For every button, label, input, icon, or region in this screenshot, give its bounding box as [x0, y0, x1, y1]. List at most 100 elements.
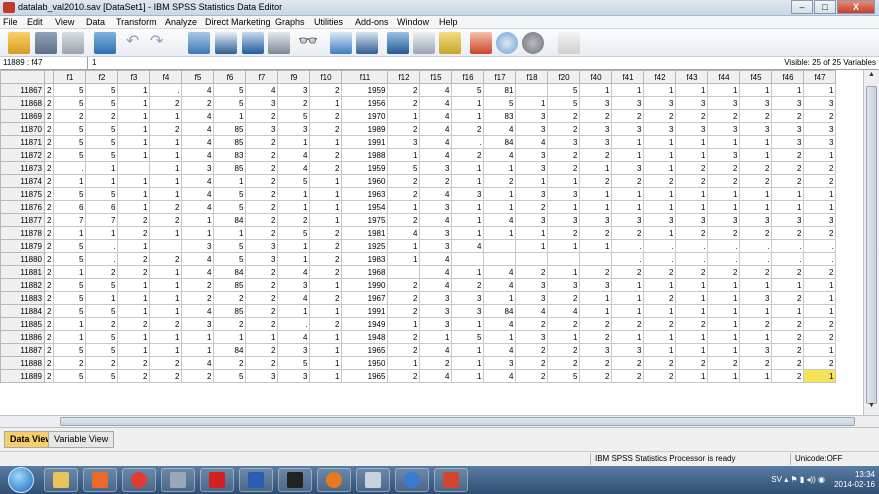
- table-cell[interactable]: 1: [277, 135, 311, 149]
- table-cell[interactable]: 5: [277, 226, 311, 240]
- table-cell[interactable]: .: [643, 252, 677, 266]
- table-cell[interactable]: 2: [675, 265, 709, 279]
- table-cell[interactable]: 5: [53, 83, 87, 97]
- undo-icon[interactable]: ↶: [126, 32, 142, 54]
- table-cell[interactable]: 3: [579, 343, 613, 357]
- table-cell[interactable]: 3: [245, 239, 279, 253]
- table-cell[interactable]: 2: [245, 200, 279, 214]
- table-cell[interactable]: 5: [85, 148, 119, 162]
- table-cell[interactable]: 1: [515, 239, 549, 253]
- column-header-f18[interactable]: f18: [515, 70, 549, 84]
- table-cell[interactable]: 1: [643, 161, 677, 175]
- table-cell[interactable]: 2: [451, 278, 485, 292]
- table-cell[interactable]: 2: [547, 226, 581, 240]
- table-cell[interactable]: 1: [675, 200, 709, 214]
- table-cell[interactable]: 4: [277, 148, 311, 162]
- table-cell[interactable]: 1: [579, 200, 613, 214]
- table-cell[interactable]: 1: [309, 174, 343, 188]
- table-cell[interactable]: [483, 239, 517, 253]
- table-cell[interactable]: 2: [387, 83, 421, 97]
- table-cell[interactable]: 2: [181, 291, 215, 305]
- table-cell[interactable]: 1: [643, 187, 677, 201]
- table-cell[interactable]: 3: [579, 96, 613, 110]
- table-cell[interactable]: 1: [579, 304, 613, 318]
- table-cell[interactable]: 2: [739, 226, 773, 240]
- table-cell[interactable]: 5: [53, 135, 87, 149]
- table-cell[interactable]: .: [85, 252, 119, 266]
- table-cell[interactable]: 2: [213, 356, 247, 370]
- table-cell[interactable]: 1: [149, 226, 183, 240]
- row-header[interactable]: 11876: [0, 200, 45, 214]
- table-cell[interactable]: 1991: [341, 135, 389, 149]
- variables-icon[interactable]: [242, 32, 264, 54]
- column-header-f46[interactable]: f46: [771, 70, 805, 84]
- table-cell[interactable]: 1989: [341, 122, 389, 136]
- column-header-f42[interactable]: f42: [643, 70, 677, 84]
- column-header-f15[interactable]: f15: [419, 70, 453, 84]
- table-cell[interactable]: 85: [213, 278, 247, 292]
- table-cell[interactable]: 3: [739, 291, 773, 305]
- table-cell[interactable]: 2: [643, 356, 677, 370]
- table-cell[interactable]: 1: [579, 239, 613, 253]
- table-cell[interactable]: 4: [483, 213, 517, 227]
- table-cell[interactable]: 1: [149, 265, 183, 279]
- table-cell[interactable]: 2: [43, 213, 55, 227]
- table-cell[interactable]: 1: [451, 317, 485, 331]
- table-cell[interactable]: 2: [117, 265, 151, 279]
- row-header[interactable]: 11875: [0, 187, 45, 201]
- table-cell[interactable]: 1: [643, 83, 677, 97]
- table-cell[interactable]: 5: [213, 239, 247, 253]
- table-cell[interactable]: 2: [547, 109, 581, 123]
- table-cell[interactable]: 2: [803, 109, 837, 123]
- weight-cases-icon[interactable]: [413, 32, 435, 54]
- table-cell[interactable]: 4: [419, 252, 453, 266]
- table-cell[interactable]: 5: [53, 187, 87, 201]
- table-cell[interactable]: .: [611, 252, 645, 266]
- table-cell[interactable]: 4: [483, 122, 517, 136]
- table-cell[interactable]: 2: [419, 174, 453, 188]
- table-cell[interactable]: 1965: [341, 343, 389, 357]
- table-cell[interactable]: 4: [419, 96, 453, 110]
- table-cell[interactable]: 84: [483, 135, 517, 149]
- table-cell[interactable]: 2: [611, 265, 645, 279]
- table-cell[interactable]: .: [771, 239, 805, 253]
- table-cell[interactable]: 3: [277, 343, 311, 357]
- table-cell[interactable]: 5: [85, 343, 119, 357]
- table-cell[interactable]: 2: [707, 109, 741, 123]
- menu-edit[interactable]: Edit: [27, 17, 43, 27]
- table-cell[interactable]: 4: [451, 239, 485, 253]
- table-cell[interactable]: 2: [707, 161, 741, 175]
- table-cell[interactable]: 4: [181, 135, 215, 149]
- table-cell[interactable]: 1: [387, 239, 421, 253]
- table-cell[interactable]: 3: [419, 239, 453, 253]
- table-cell[interactable]: 2: [117, 226, 151, 240]
- table-cell[interactable]: 1: [117, 109, 151, 123]
- table-cell[interactable]: 83: [483, 109, 517, 123]
- table-cell[interactable]: 1: [213, 109, 247, 123]
- table-cell[interactable]: 4: [181, 122, 215, 136]
- table-cell[interactable]: 2: [803, 356, 837, 370]
- table-cell[interactable]: 1: [643, 278, 677, 292]
- select-cases-icon[interactable]: [439, 32, 461, 54]
- table-cell[interactable]: 3: [515, 213, 549, 227]
- table-cell[interactable]: 1: [771, 83, 805, 97]
- vertical-scroll-thumb[interactable]: [866, 86, 877, 404]
- table-cell[interactable]: 2: [43, 265, 55, 279]
- table-cell[interactable]: 3: [643, 122, 677, 136]
- table-cell[interactable]: 2: [547, 343, 581, 357]
- table-cell[interactable]: 2: [245, 291, 279, 305]
- table-cell[interactable]: 2: [149, 317, 183, 331]
- table-cell[interactable]: 4: [419, 187, 453, 201]
- table-cell[interactable]: 1: [213, 330, 247, 344]
- clock[interactable]: 13:34 2014-02-16: [834, 470, 875, 490]
- table-cell[interactable]: 2: [43, 330, 55, 344]
- table-cell[interactable]: 4: [181, 83, 215, 97]
- table-cell[interactable]: 1: [53, 174, 87, 188]
- table-cell[interactable]: 1: [643, 304, 677, 318]
- column-header-f9[interactable]: f9: [277, 70, 311, 84]
- table-cell[interactable]: 1988: [341, 148, 389, 162]
- table-cell[interactable]: 3: [245, 252, 279, 266]
- table-cell[interactable]: 2: [771, 161, 805, 175]
- table-cell[interactable]: 1: [149, 109, 183, 123]
- table-cell[interactable]: 1965: [341, 369, 389, 383]
